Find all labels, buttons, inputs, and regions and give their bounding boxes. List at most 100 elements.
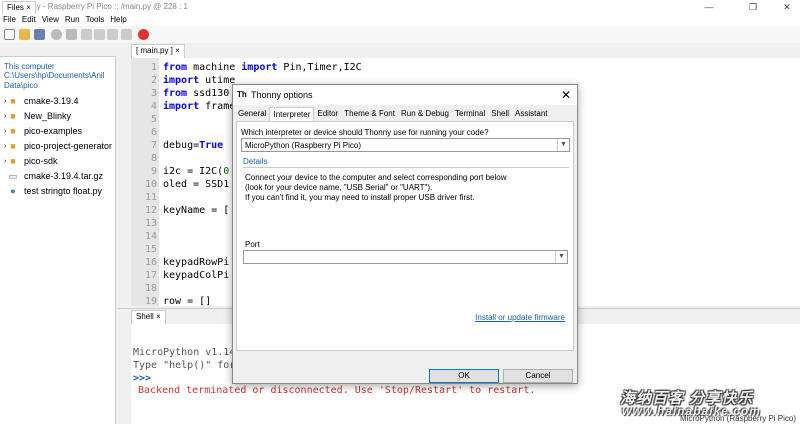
menu-tools[interactable]: Tools [83,14,108,26]
shell-prompt: >>> [133,373,152,384]
info-text: (look for your device name, "USB Serial"… [245,183,433,192]
close-icon[interactable]: ✕ [561,88,571,102]
code-line: i2c = I2C(0 [163,166,230,177]
shell-banner: MicroPython v1.14 [133,347,236,358]
install-firmware-link[interactable]: Install or update firmware [475,313,565,322]
debug-icon[interactable] [66,29,77,40]
code-line: keyName = [ [163,205,230,216]
status-interpreter[interactable]: MicroPython (Raspberry Pi Pico) [680,414,796,423]
line-number: 18 [144,283,157,294]
code-line: oled = SSD1 [163,179,230,190]
options-dialog: Th Thonny options ✕ General Interpreter … [232,84,578,384]
tab-shell-options[interactable]: Shell [488,107,512,121]
file-row[interactable]: › ■ New_Blinky [4,109,116,123]
save-icon[interactable] [34,29,45,40]
dialog-title: Thonny options [251,90,313,100]
tab-interpreter[interactable]: Interpreter [269,107,315,121]
code-line: from machine import Pin,Timer,I2C [163,62,362,73]
tab-assistant[interactable]: Assistant [512,107,550,121]
tab-theme-font[interactable]: Theme & Font [341,107,398,121]
tab-files[interactable]: Files × [2,1,36,14]
menu-file[interactable]: File [0,14,19,26]
resume-icon[interactable] [121,29,132,40]
file-row[interactable]: ● test stringto float.py [4,184,116,198]
files-path[interactable]: C:\Users\hp\Documents\Anil Data\pico [4,71,114,91]
line-number: 3 [150,88,157,99]
tab-shell[interactable]: Shell × [131,310,166,324]
line-number: 4 [150,101,157,112]
file-label: New_Blinky [24,111,72,121]
toolbar [0,26,800,43]
folder-icon: ■ [10,126,16,136]
file-label: pico-sdk [24,156,58,166]
shell-help-hint: Type "help()" for [133,360,236,371]
code-line: keypadRowPi [163,257,230,268]
step-into-icon[interactable] [94,29,105,40]
minimize-icon[interactable]: — [696,0,722,14]
new-file-icon[interactable] [4,29,15,40]
stop-icon[interactable] [138,29,149,40]
code-line: import frame [163,101,236,112]
line-number: 9 [150,166,157,177]
info-text: Connect your device to the computer and … [245,173,507,182]
code-line: import utime [163,75,236,86]
line-number: 16 [144,257,157,268]
shell-error: Backend terminated or disconnected. Use … [138,385,536,396]
ok-button[interactable]: OK [429,369,499,383]
files-tabbar [0,43,116,57]
tab-terminal[interactable]: Terminal [452,107,488,121]
tab-run-debug[interactable]: Run & Debug [398,107,452,121]
run-icon[interactable] [51,29,62,40]
title-bar: Th Thonny - Raspberry Pi Pico :: /main.p… [0,0,800,14]
tab-main-py[interactable]: [ main.py ] × [131,44,185,58]
restore-icon[interactable]: ❐ [740,0,766,14]
file-row[interactable]: › ■ cmake-3.19.4 [4,94,116,108]
file-row[interactable]: › ■ pico-sdk [4,154,116,168]
menu-edit[interactable]: Edit [19,14,39,26]
file-label: cmake-3.19.4 [24,96,79,106]
line-number: 15 [144,244,157,255]
line-number: 8 [150,153,157,164]
step-out-icon[interactable] [107,29,118,40]
tab-editor[interactable]: Editor [314,107,341,121]
step-over-icon[interactable] [81,29,92,40]
window-title: Thonny - Raspberry Pi Pico :: /main.py @… [14,2,188,11]
port-select[interactable]: ▼ [243,250,568,264]
file-label: cmake-3.19.4.tar.gz [24,171,104,181]
line-number: 14 [144,231,157,242]
line-number: 2 [150,75,157,86]
python-file-icon: ● [10,186,16,196]
menu-view[interactable]: View [39,14,62,26]
file-label: pico-project-generator [24,141,113,151]
code-line: debug=True [163,140,224,151]
separator [243,167,569,168]
interpreter-question: Which interpreter or device should Thonn… [241,128,489,137]
folder-icon: ■ [10,141,16,151]
file-label: test stringto float.py [24,186,103,196]
line-number: 7 [150,140,157,151]
code-line: keypadColPi [163,270,230,281]
cancel-button[interactable]: Cancel [503,369,573,383]
close-icon[interactable]: ✕ [774,0,800,14]
code-line: from ssd130 [163,88,230,99]
interpreter-select-value: MicroPython (Raspberry Pi Pico) [245,141,362,150]
tab-general[interactable]: General [235,107,269,121]
open-folder-icon[interactable] [19,29,30,40]
dialog-titlebar: Th Thonny options ✕ [233,85,577,105]
interpreter-select[interactable]: MicroPython (Raspberry Pi Pico) ▼ [241,138,570,152]
folder-icon: ■ [10,156,16,166]
line-number: 19 [144,296,157,307]
folder-icon: ■ [10,111,16,121]
line-number: 6 [150,127,157,138]
file-label: pico-examples [24,126,83,136]
chevron-down-icon: ▼ [555,251,567,263]
file-row[interactable]: ▭ cmake-3.19.4.tar.gz [4,169,116,183]
menu-run[interactable]: Run [62,14,83,26]
menu-bar: File Edit View Run Tools Help [0,14,800,26]
editor-tabbar [118,43,800,57]
app-icon: Th [237,90,247,99]
details-label: Details [243,157,268,166]
file-row[interactable]: › ■ pico-project-generator [4,139,116,153]
menu-help[interactable]: Help [107,14,129,26]
file-row[interactable]: › ■ pico-examples [4,124,116,138]
